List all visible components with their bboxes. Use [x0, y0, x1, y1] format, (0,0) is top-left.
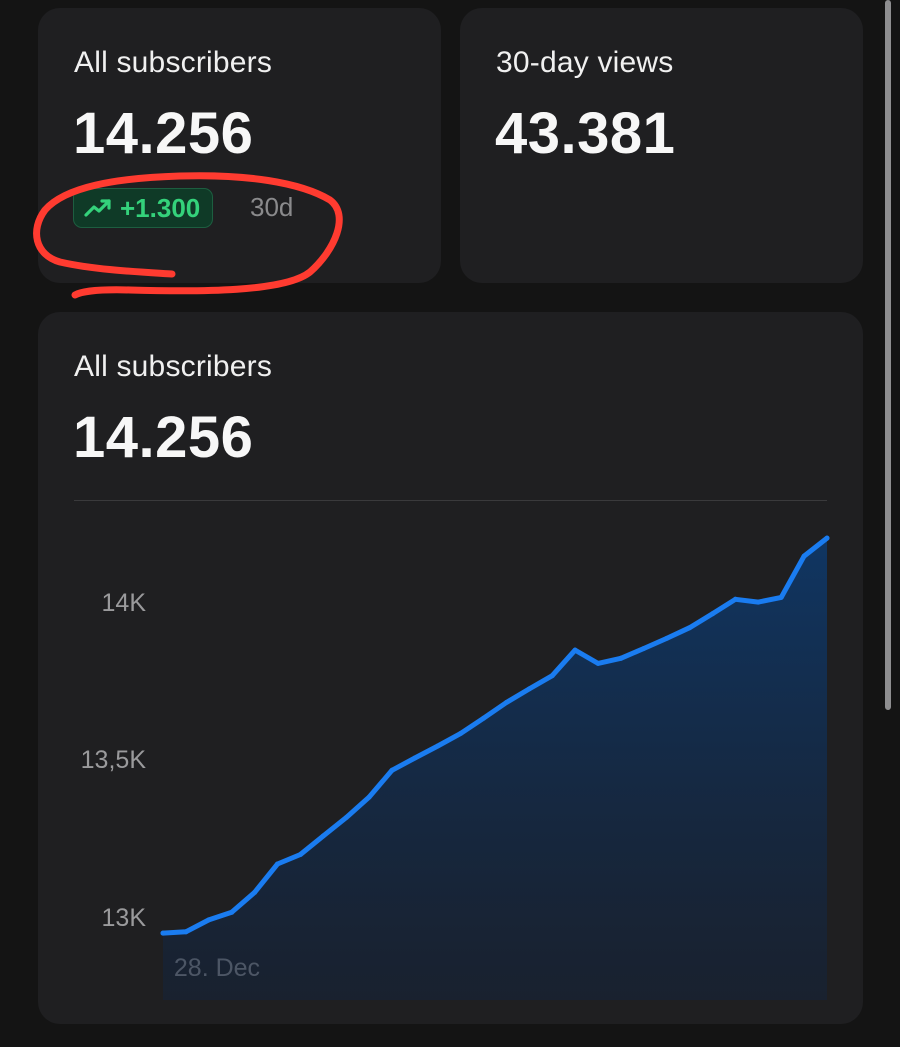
x-tick-label: 28. Dec [173, 954, 261, 982]
subscribers-chart-card: All subscribers 14.256 [38, 312, 863, 1024]
views-card[interactable]: 30-day views 43.381 [460, 8, 863, 283]
views-value: 43.381 [495, 101, 676, 166]
stats-page: All subscribers 14.256 +1.300 30d 30-day… [0, 0, 900, 1047]
y-tick-label: 13K [101, 904, 146, 933]
change-value: +1.300 [120, 192, 201, 223]
subscribers-label: All subscribers [74, 46, 273, 79]
trending-up-icon [84, 199, 111, 217]
change-period: 30d [250, 192, 294, 222]
scrollbar[interactable] [885, 0, 891, 710]
change-badge: +1.300 [73, 188, 214, 228]
chart-label: All subscribers [74, 350, 273, 383]
chart-divider [74, 500, 827, 501]
chart-value: 14.256 [73, 405, 254, 470]
subscribers-value: 14.256 [73, 101, 254, 166]
subscribers-card[interactable]: All subscribers 14.256 +1.300 30d [38, 8, 441, 283]
y-tick-label: 14K [101, 588, 146, 617]
views-label: 30-day views [496, 46, 674, 79]
y-tick-label: 13,5K [80, 746, 146, 775]
